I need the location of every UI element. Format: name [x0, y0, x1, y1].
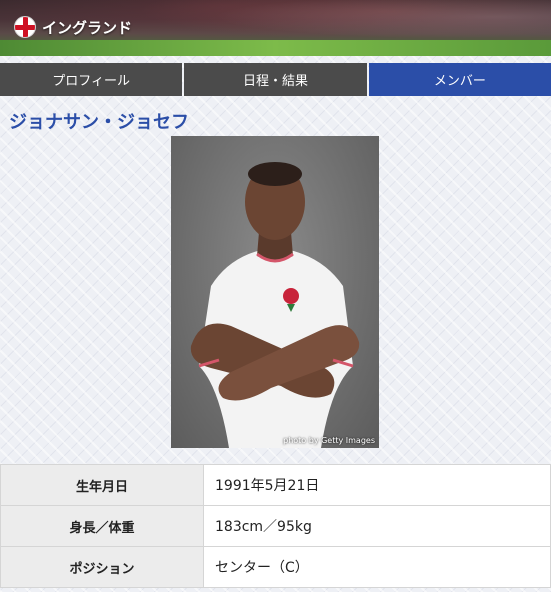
team-tabs: プロフィール 日程・結果 メンバー	[0, 63, 551, 96]
player-name: ジョナサン・ジョセフ	[9, 112, 189, 133]
photo-credit: photo by Getty Images	[283, 436, 375, 445]
tab-profile[interactable]: プロフィール	[0, 63, 183, 96]
table-row: ポジション センター（C）	[0, 546, 551, 588]
position-value: センター（C）	[203, 546, 551, 588]
player-photo-illustration	[190, 162, 360, 448]
player-profile-table: 生年月日 1991年5月21日 身長／体重 183cm／95kg ポジション セ…	[0, 464, 551, 588]
height-weight-label: 身長／体重	[0, 505, 204, 547]
team-title: イングランド	[14, 16, 132, 38]
position-label: ポジション	[0, 546, 204, 588]
tab-members[interactable]: メンバー	[368, 63, 551, 96]
tab-schedule-results[interactable]: 日程・結果	[184, 63, 367, 96]
england-flag-icon	[14, 16, 36, 38]
player-photo: photo by Getty Images	[171, 136, 379, 448]
birthdate-label: 生年月日	[0, 464, 204, 506]
table-row: 生年月日 1991年5月21日	[0, 464, 551, 506]
height-weight-value: 183cm／95kg	[203, 505, 551, 547]
birthdate-value: 1991年5月21日	[203, 464, 551, 506]
banner-strip	[0, 40, 551, 56]
team-name: イングランド	[42, 18, 133, 37]
table-row: 身長／体重 183cm／95kg	[0, 505, 551, 547]
team-banner: イングランド	[0, 0, 551, 56]
